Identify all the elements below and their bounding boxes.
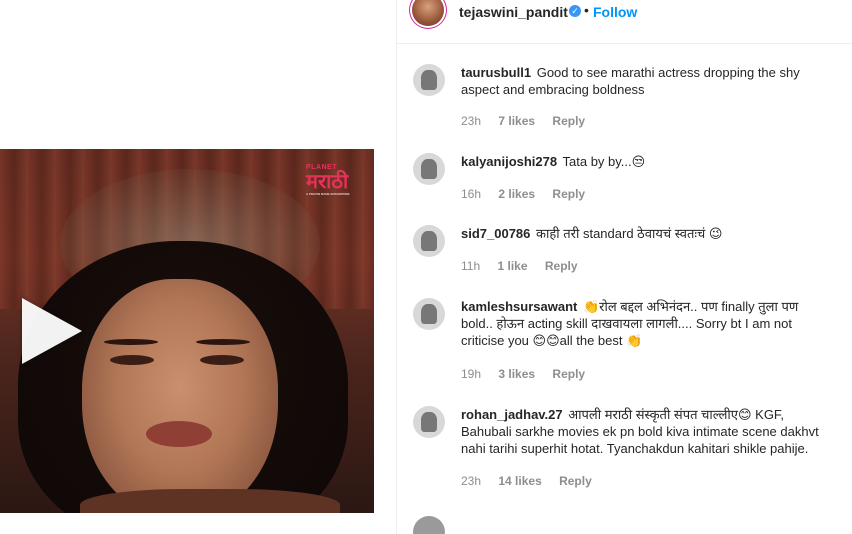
reply-button[interactable]: Reply bbox=[545, 259, 578, 273]
comment-text: kalyanijoshi278 Tata by by...😒 bbox=[461, 153, 821, 170]
comment-body: काही तरी standard ठेवायचं स्वतःचं 😉 bbox=[536, 226, 723, 241]
avatar[interactable] bbox=[413, 64, 445, 96]
comment-username[interactable]: taurusbull1 bbox=[461, 65, 531, 80]
comment-text: taurusbull1 Good to see marathi actress … bbox=[461, 64, 821, 98]
comment-meta: 23h 14 likes Reply bbox=[461, 474, 606, 488]
avatar[interactable] bbox=[413, 516, 445, 534]
comments-pane: tejaswini_pandit ✓ • Follow taurusbull1 … bbox=[396, 0, 852, 534]
comment-body: Tata by by...😒 bbox=[562, 154, 646, 169]
reply-button[interactable]: Reply bbox=[559, 474, 592, 488]
comment-text: rohan_jadhav.27 आपली मराठी संस्कृती संपत… bbox=[461, 406, 821, 457]
comment-username[interactable]: sid7_00786 bbox=[461, 226, 530, 241]
planet-marathi-logo: PLANET मराठी A PRAVIN MANE ENTERPRISE bbox=[306, 164, 356, 196]
comment-meta: 16h 2 likes Reply bbox=[461, 187, 599, 201]
comment-likes[interactable]: 1 like bbox=[497, 259, 527, 273]
follow-button[interactable]: Follow bbox=[593, 4, 637, 20]
comment-text: sid7_00786 काही तरी standard ठेवायचं स्व… bbox=[461, 225, 821, 242]
reply-button[interactable]: Reply bbox=[552, 367, 585, 381]
video-subject-face bbox=[82, 279, 278, 513]
comment-text: kamleshsursawant 👏रोल बद्दल अभिनंदन.. पण… bbox=[461, 298, 821, 349]
avatar[interactable] bbox=[413, 225, 445, 257]
comment-time[interactable]: 11h bbox=[461, 259, 480, 273]
media-pane: PLANET मराठी A PRAVIN MANE ENTERPRISE bbox=[0, 0, 396, 534]
comment-likes[interactable]: 2 likes bbox=[498, 187, 535, 201]
reply-button[interactable]: Reply bbox=[552, 187, 585, 201]
comment-username[interactable]: kalyanijoshi278 bbox=[461, 154, 557, 169]
play-icon[interactable] bbox=[22, 298, 82, 364]
avatar[interactable] bbox=[413, 406, 445, 438]
comment-meta: 11h 1 like Reply bbox=[461, 259, 592, 273]
comment-meta: 23h 7 likes Reply bbox=[461, 114, 599, 128]
avatar[interactable] bbox=[413, 298, 445, 330]
reply-button[interactable]: Reply bbox=[552, 114, 585, 128]
logo-main-text: मराठी bbox=[306, 171, 349, 193]
post-header: tejaswini_pandit ✓ • Follow bbox=[397, 0, 852, 44]
logo-tagline: A PRAVIN MANE ENTERPRISE bbox=[306, 192, 350, 196]
comment-likes[interactable]: 7 likes bbox=[498, 114, 535, 128]
comment-time[interactable]: 23h bbox=[461, 114, 481, 128]
comment-time[interactable]: 19h bbox=[461, 367, 481, 381]
comment-meta: 19h 3 likes Reply bbox=[461, 367, 599, 381]
comment-likes[interactable]: 14 likes bbox=[498, 474, 541, 488]
avatar[interactable] bbox=[412, 0, 444, 26]
post-username[interactable]: tejaswini_pandit bbox=[459, 4, 568, 20]
comment-likes[interactable]: 3 likes bbox=[498, 367, 535, 381]
comment-time[interactable]: 16h bbox=[461, 187, 481, 201]
comment-username[interactable]: rohan_jadhav.27 bbox=[461, 407, 563, 422]
verified-badge-icon: ✓ bbox=[569, 5, 581, 17]
comment-username[interactable]: kamleshsursawant bbox=[461, 299, 577, 314]
separator-dot: • bbox=[584, 2, 589, 18]
logo-top-text: PLANET bbox=[306, 164, 337, 171]
avatar[interactable] bbox=[413, 153, 445, 185]
comment-time[interactable]: 23h bbox=[461, 474, 481, 488]
